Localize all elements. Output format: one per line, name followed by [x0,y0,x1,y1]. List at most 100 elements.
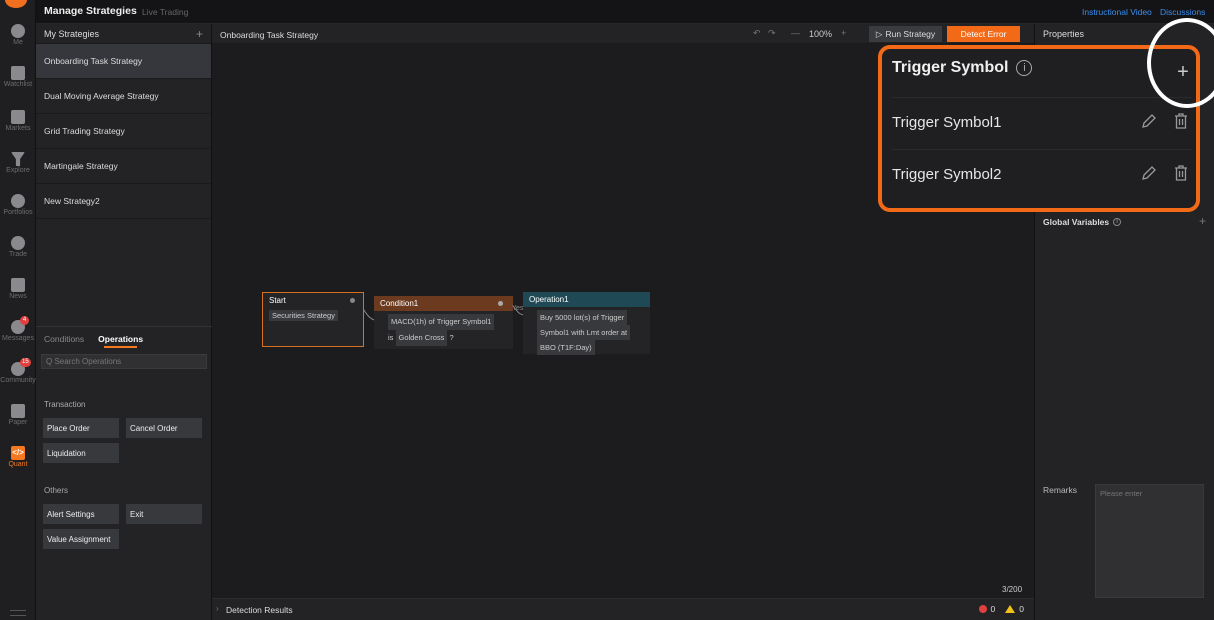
chevron-right-icon: › [216,604,219,613]
search-operations-input[interactable]: Q Search Operations [41,354,207,369]
operation-node[interactable]: Operation1 Buy 5000 lot(s) of Trigger Sy… [523,292,650,355]
start-node[interactable]: Start Securities Strategy [262,292,364,347]
remarks-input[interactable] [1095,484,1204,598]
nav-item-explore[interactable]: Explore [0,152,36,174]
operation-line-2: Symbol1 with Lmt order at [537,325,631,340]
start-output-port[interactable] [350,298,355,303]
start-node-title: Start [263,293,363,308]
nav-item-community[interactable]: 15 Community [0,358,36,384]
trigger-symbol-row[interactable]: Trigger Symbol2 [892,149,1192,199]
value-assignment-button[interactable]: Value Assignment [43,529,119,549]
nav-label: News [9,293,27,300]
condition-node[interactable]: Condition1 MACD(1h) of Trigger Symbol1 i… [374,296,513,349]
operation-line-1: Buy 5000 lot(s) of Trigger [537,310,628,325]
strategy-item[interactable]: New Strategy2 [36,184,211,219]
detection-status: 0 0 [978,604,1024,614]
strategy-item[interactable]: Onboarding Task Strategy [36,44,211,79]
top-bar: Manage Strategies Live Trading Instructi… [36,0,1214,24]
nav-label: Trade [8,251,28,258]
funnel-icon [11,152,25,166]
condition-output-port[interactable] [498,301,503,306]
add-global-variable-icon[interactable]: + [1199,214,1206,228]
strategy-item[interactable]: Grid Trading Strategy [36,114,211,149]
menu-icon[interactable] [10,610,26,616]
condition-is-label: is [388,333,394,342]
trigger-symbol-name: Trigger Symbol1 [892,114,1002,131]
global-variables-header: Global Variables i [1043,217,1122,227]
edit-pencil-icon[interactable] [1140,112,1158,130]
code-icon: </> [11,446,25,460]
strategy-item[interactable]: Martingale Strategy [36,149,211,184]
nav-item-trade[interactable]: Trade [0,236,36,258]
nav-item-me[interactable]: Me [0,24,36,46]
trigger-symbol-name: Trigger Symbol2 [892,166,1002,183]
trade-icon [11,236,25,250]
ops-tabs: Conditions Operations [36,327,212,351]
nav-label: Quant [8,461,28,468]
strategy-list-panel: My Strategies + Onboarding Task Strategy… [36,24,212,620]
strategy-item[interactable]: Dual Moving Average Strategy [36,79,211,114]
trigger-symbol-title: Trigger Symbol [892,59,1009,76]
detection-results-label: Detection Results [226,605,293,615]
nav-item-messages[interactable]: 4 Messages [0,316,36,342]
place-order-button[interactable]: Place Order [43,418,119,438]
edit-pencil-icon[interactable] [1140,164,1158,182]
chart-bar-icon [11,66,25,80]
condition-node-title: Condition1 [374,296,513,311]
char-count: 3/200 [1002,585,1023,594]
my-strategies-title: My Strategies [44,28,100,39]
remarks-label: Remarks [1043,485,1078,495]
live-trading-tab[interactable]: Live Trading [142,7,188,17]
tab-conditions[interactable]: Conditions [44,334,84,344]
trigger-symbol-row[interactable]: Trigger Symbol1 [892,97,1192,147]
nav-label: Markets [5,125,31,132]
operations-panel: Conditions Operations Q Search Operation… [36,326,212,620]
error-icon [978,605,987,613]
info-icon[interactable]: i [1016,60,1033,76]
trigger-symbol-header: Trigger Symbol i [892,59,1033,77]
condition-help-icon: ? [449,333,454,342]
nav-label: Explore [6,167,30,174]
app-logo-icon [5,0,27,8]
row-actions [1140,112,1190,130]
paper-icon [11,404,25,418]
alert-settings-button[interactable]: Alert Settings [43,504,119,524]
yes-edge-label: Yes [512,305,524,312]
global-variables-label: Global Variables [1043,217,1110,227]
nav-item-portfolios[interactable]: Portfolios [0,194,36,216]
operation-node-title: Operation1 [523,292,650,307]
instructional-video-link[interactable]: Instructional Video [1082,7,1152,17]
nav-label: Messages [2,335,34,342]
cancel-order-button[interactable]: Cancel Order [126,418,202,438]
pie-icon [11,194,25,208]
page-title: Manage Strategies [44,5,137,17]
warning-count: 0 [1019,604,1024,614]
nav-item-quant[interactable]: </> Quant [0,446,36,468]
delete-trash-icon[interactable] [1172,112,1190,130]
detection-results-bar[interactable]: › Detection Results 0 0 [212,598,1034,620]
my-strategies-header: My Strategies + [36,24,211,44]
others-section-label: Others [44,486,69,495]
liquidation-button[interactable]: Liquidation [43,443,119,463]
nav-item-markets[interactable]: Markets [0,110,36,132]
operation-line-3: BBO (T1F:Day) [537,340,595,355]
community-badge: 15 [20,358,31,367]
delete-trash-icon[interactable] [1172,164,1190,182]
nav-label: Paper [8,419,28,426]
discussions-link[interactable]: Discussions [1160,7,1205,17]
tab-operations[interactable]: Operations [98,334,143,348]
nav-label: Watchlist [3,81,33,88]
securities-strategy-pill: Securities Strategy [269,310,338,321]
messages-badge: 4 [20,316,29,325]
nav-item-paper[interactable]: Paper [0,404,36,426]
info-icon[interactable]: i [1113,218,1122,226]
add-strategy-icon[interactable]: + [196,27,203,41]
exit-button[interactable]: Exit [126,504,202,524]
row-actions [1140,164,1190,182]
user-icon [11,24,25,38]
nav-item-watchlist[interactable]: Watchlist [0,66,36,88]
news-icon [11,278,25,292]
warning-icon [1005,605,1016,613]
nav-item-news[interactable]: News [0,278,36,300]
nav-label: Portfolios [3,209,33,216]
